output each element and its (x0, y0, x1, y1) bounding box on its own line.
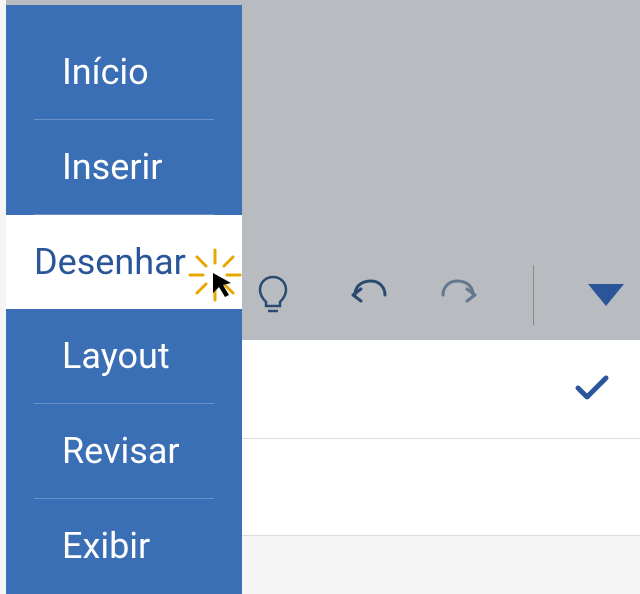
chevron-down-icon (588, 284, 624, 306)
redo-icon[interactable] (439, 273, 483, 317)
sidebar-item-label: Início (62, 51, 149, 93)
sidebar-menu: Início Inserir Desenhar Layout Revisar E… (6, 5, 242, 594)
sidebar-item-layout[interactable]: Layout (34, 309, 214, 404)
toolbar-divider (533, 265, 534, 325)
sidebar-item-label: Inserir (62, 146, 163, 188)
sidebar-item-exibir[interactable]: Exibir (34, 499, 214, 593)
sidebar-item-inserir[interactable]: Inserir (34, 120, 214, 215)
sidebar-item-label: Exibir (62, 525, 150, 567)
sidebar-item-label: Desenhar (34, 241, 186, 283)
dropdown-toggle[interactable] (584, 273, 628, 317)
undo-icon[interactable] (345, 273, 389, 317)
sidebar-item-inicio[interactable]: Início (34, 25, 214, 120)
check-icon (574, 368, 610, 410)
sidebar-item-desenhar[interactable]: Desenhar (6, 215, 242, 309)
sidebar-item-label: Revisar (62, 430, 180, 472)
sidebar-item-label: Layout (62, 335, 170, 377)
sidebar-item-revisar[interactable]: Revisar (34, 404, 214, 499)
lightbulb-icon[interactable] (251, 273, 295, 317)
toolbar-icons-group (251, 265, 628, 325)
